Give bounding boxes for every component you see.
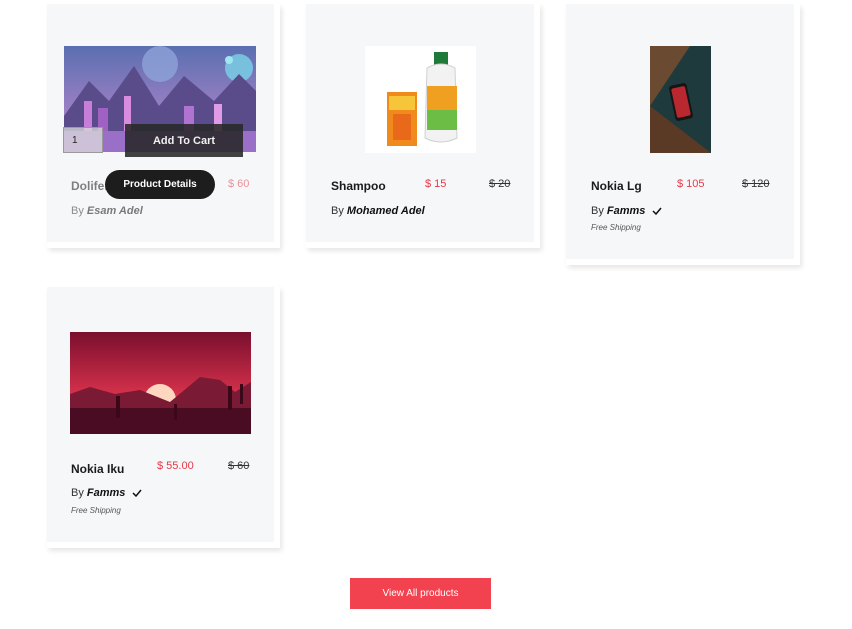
add-to-cart-button[interactable]: Add To Cart — [125, 124, 243, 157]
product-old-price: $ 120 — [742, 178, 770, 190]
product-price: $ 55.00 — [157, 460, 194, 472]
product-image-nokia-iku[interactable] — [70, 332, 251, 434]
verified-check-icon — [651, 207, 662, 216]
product-title[interactable]: Dolifer — [71, 179, 109, 193]
product-price: $ 60 — [228, 178, 250, 190]
product-title[interactable]: Nokia Iku — [71, 462, 124, 476]
product-old-price: $ 20 — [489, 178, 511, 190]
seller-name[interactable]: Esam Adel — [87, 205, 143, 217]
seller-line: By Famms — [591, 205, 662, 217]
product-title[interactable]: Nokia Lg — [591, 179, 642, 193]
product-image-nokia-lg[interactable] — [650, 46, 711, 153]
by-label: By — [331, 205, 344, 217]
seller-name[interactable]: Famms — [607, 205, 646, 217]
seller-name[interactable]: Mohamed Adel — [347, 205, 425, 217]
view-all-products-button[interactable]: View All products — [350, 578, 491, 609]
seller-line: By Mohamed Adel — [331, 205, 425, 217]
by-label: By — [71, 205, 84, 217]
product-price: $ 15 — [425, 178, 447, 190]
product-image-shampoo[interactable] — [365, 46, 476, 153]
product-old-price: $ 60 — [228, 460, 250, 472]
seller-line: By Esam Adel — [71, 205, 143, 217]
shipping-note: Free Shipping — [71, 506, 121, 515]
shipping-note: Free Shipping — [591, 223, 641, 232]
product-price: $ 105 — [677, 178, 705, 190]
verified-check-icon — [131, 489, 142, 498]
product-grid-page: Add To Cart Dolifer $ 60 Product Details… — [0, 0, 852, 629]
seller-line: By Famms — [71, 487, 142, 499]
product-details-button[interactable]: Product Details — [105, 170, 215, 199]
quantity-input[interactable] — [63, 127, 103, 153]
by-label: By — [71, 487, 84, 499]
product-title[interactable]: Shampoo — [331, 179, 386, 193]
seller-name[interactable]: Famms — [87, 487, 126, 499]
by-label: By — [591, 205, 604, 217]
